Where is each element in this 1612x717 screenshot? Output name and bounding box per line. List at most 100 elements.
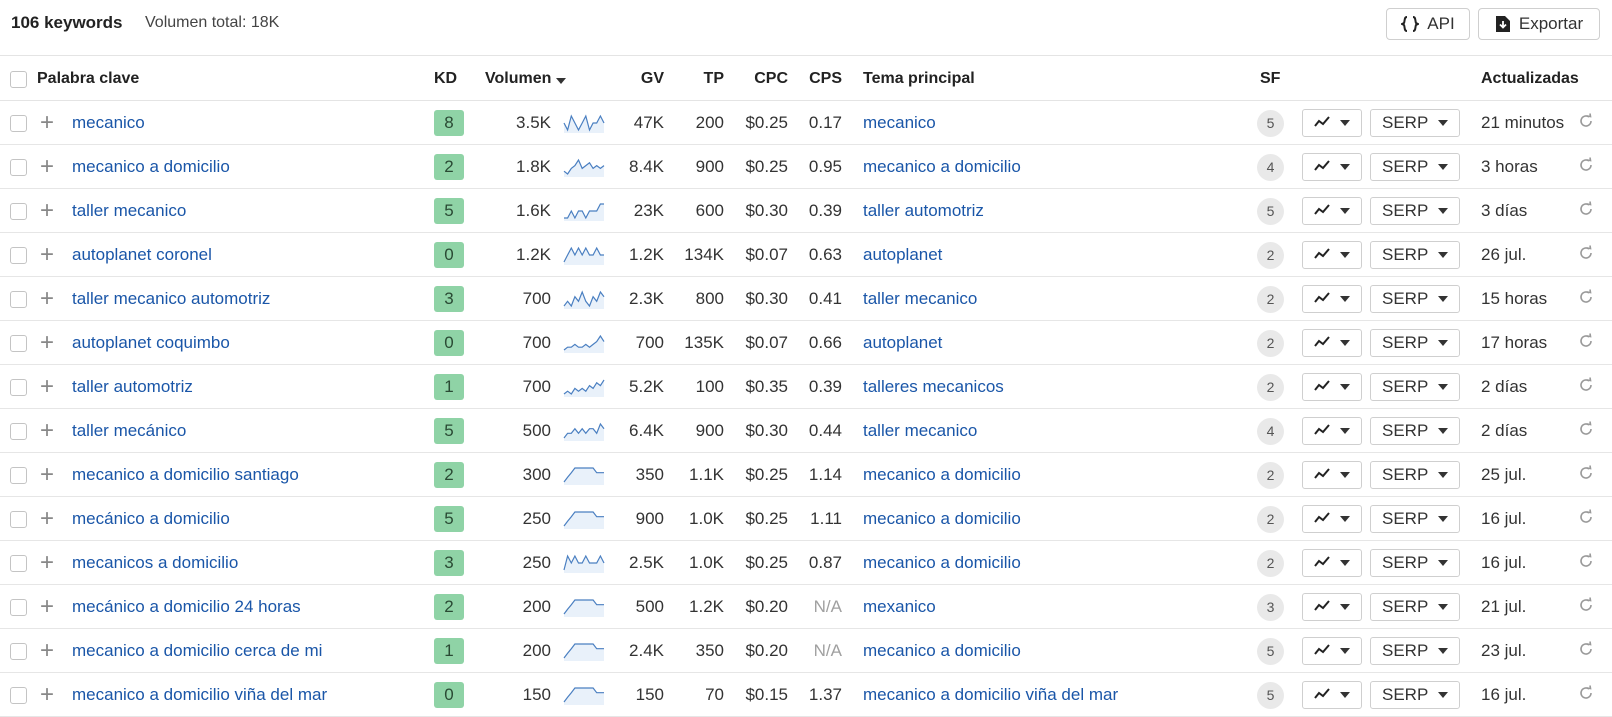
add-to-list-button[interactable]: +: [40, 453, 56, 497]
add-to-list-button[interactable]: +: [40, 497, 56, 541]
add-to-list-button[interactable]: +: [40, 101, 56, 145]
col-gv[interactable]: GV: [600, 57, 664, 101]
add-to-list-button[interactable]: +: [40, 629, 56, 673]
col-kd[interactable]: KD: [434, 57, 457, 101]
parent-topic-link[interactable]: taller automotriz: [863, 201, 984, 221]
serp-dropdown[interactable]: SERP: [1370, 285, 1460, 313]
keyword-link[interactable]: mecánico a domicilio: [72, 509, 230, 529]
parent-topic-link[interactable]: mecanico a domicilio: [863, 641, 1021, 661]
refresh-button[interactable]: [1578, 321, 1598, 365]
row-checkbox[interactable]: [10, 158, 27, 176]
serp-dropdown[interactable]: SERP: [1370, 417, 1460, 445]
add-to-list-button[interactable]: +: [40, 189, 56, 233]
trend-dropdown[interactable]: [1302, 241, 1362, 269]
sf-count-badge[interactable]: 2: [1257, 285, 1284, 313]
trend-dropdown[interactable]: [1302, 681, 1362, 709]
keyword-link[interactable]: taller automotriz: [72, 377, 193, 397]
sf-count-badge[interactable]: 2: [1257, 505, 1284, 533]
sf-count-badge[interactable]: 5: [1257, 109, 1284, 137]
col-cpc[interactable]: CPC: [730, 57, 788, 101]
col-updated[interactable]: Actualizadas: [1481, 57, 1579, 101]
serp-dropdown[interactable]: SERP: [1370, 109, 1460, 137]
sf-count-badge[interactable]: 2: [1257, 373, 1284, 401]
trend-dropdown[interactable]: [1302, 549, 1362, 577]
sf-count-badge[interactable]: 2: [1257, 329, 1284, 357]
trend-dropdown[interactable]: [1302, 593, 1362, 621]
keyword-link[interactable]: mecanico a domicilio cerca de mi: [72, 641, 322, 661]
parent-topic-link[interactable]: autoplanet: [863, 333, 942, 353]
add-to-list-button[interactable]: +: [40, 409, 56, 453]
row-checkbox[interactable]: [10, 202, 27, 220]
parent-topic-link[interactable]: autoplanet: [863, 245, 942, 265]
keyword-link[interactable]: autoplanet coquimbo: [72, 333, 230, 353]
trend-dropdown[interactable]: [1302, 505, 1362, 533]
add-to-list-button[interactable]: +: [40, 145, 56, 189]
export-button[interactable]: Exportar: [1478, 8, 1600, 40]
row-checkbox[interactable]: [10, 290, 27, 308]
serp-dropdown[interactable]: SERP: [1370, 197, 1460, 225]
refresh-button[interactable]: [1578, 189, 1598, 233]
refresh-button[interactable]: [1578, 101, 1598, 145]
serp-dropdown[interactable]: SERP: [1370, 373, 1460, 401]
row-checkbox[interactable]: [10, 554, 27, 572]
sf-count-badge[interactable]: 4: [1257, 153, 1284, 181]
trend-dropdown[interactable]: [1302, 109, 1362, 137]
refresh-button[interactable]: [1578, 145, 1598, 189]
row-checkbox[interactable]: [10, 422, 27, 440]
sf-count-badge[interactable]: 3: [1257, 593, 1284, 621]
parent-topic-link[interactable]: mecanico a domicilio: [863, 553, 1021, 573]
refresh-button[interactable]: [1578, 541, 1598, 585]
add-to-list-button[interactable]: +: [40, 673, 56, 717]
parent-topic-link[interactable]: taller mecanico: [863, 289, 977, 309]
col-sf[interactable]: SF: [1260, 57, 1280, 101]
trend-dropdown[interactable]: [1302, 153, 1362, 181]
select-all-checkbox[interactable]: [10, 70, 27, 88]
parent-topic-link[interactable]: talleres mecanicos: [863, 377, 1004, 397]
parent-topic-link[interactable]: mecanico a domicilio: [863, 509, 1021, 529]
parent-topic-link[interactable]: mecanico: [863, 113, 936, 133]
sf-count-badge[interactable]: 2: [1257, 241, 1284, 269]
trend-dropdown[interactable]: [1302, 461, 1362, 489]
col-parent-topic[interactable]: Tema principal: [863, 57, 975, 101]
row-checkbox[interactable]: [10, 686, 27, 704]
serp-dropdown[interactable]: SERP: [1370, 461, 1460, 489]
keyword-link[interactable]: taller mecanico automotriz: [72, 289, 270, 309]
refresh-button[interactable]: [1578, 277, 1598, 321]
trend-dropdown[interactable]: [1302, 417, 1362, 445]
add-to-list-button[interactable]: +: [40, 277, 56, 321]
keyword-link[interactable]: mecanico a domicilio santiago: [72, 465, 299, 485]
keyword-link[interactable]: mecanico a domicilio viña del mar: [72, 685, 327, 705]
col-cps[interactable]: CPS: [795, 57, 842, 101]
row-checkbox[interactable]: [10, 334, 27, 352]
parent-topic-link[interactable]: taller mecanico: [863, 421, 977, 441]
row-checkbox[interactable]: [10, 114, 27, 132]
row-checkbox[interactable]: [10, 598, 27, 616]
add-to-list-button[interactable]: +: [40, 321, 56, 365]
refresh-button[interactable]: [1578, 497, 1598, 541]
sf-count-badge[interactable]: 5: [1257, 197, 1284, 225]
row-checkbox[interactable]: [10, 378, 27, 396]
serp-dropdown[interactable]: SERP: [1370, 505, 1460, 533]
add-to-list-button[interactable]: +: [40, 541, 56, 585]
row-checkbox[interactable]: [10, 642, 27, 660]
keyword-link[interactable]: mecanico a domicilio: [72, 157, 230, 177]
row-checkbox[interactable]: [10, 466, 27, 484]
serp-dropdown[interactable]: SERP: [1370, 549, 1460, 577]
add-to-list-button[interactable]: +: [40, 585, 56, 629]
add-to-list-button[interactable]: +: [40, 365, 56, 409]
refresh-button[interactable]: [1578, 365, 1598, 409]
parent-topic-link[interactable]: mexanico: [863, 597, 936, 617]
keyword-link[interactable]: autoplanet coronel: [72, 245, 212, 265]
sf-count-badge[interactable]: 2: [1257, 549, 1284, 577]
sf-count-badge[interactable]: 4: [1257, 417, 1284, 445]
col-tp[interactable]: TP: [670, 57, 724, 101]
trend-dropdown[interactable]: [1302, 197, 1362, 225]
keyword-link[interactable]: mecanico: [72, 113, 145, 133]
serp-dropdown[interactable]: SERP: [1370, 593, 1460, 621]
trend-dropdown[interactable]: [1302, 329, 1362, 357]
keyword-link[interactable]: taller mecanico: [72, 201, 186, 221]
row-checkbox[interactable]: [10, 246, 27, 264]
keyword-link[interactable]: mecanicos a domicilio: [72, 553, 238, 573]
trend-dropdown[interactable]: [1302, 373, 1362, 401]
serp-dropdown[interactable]: SERP: [1370, 329, 1460, 357]
